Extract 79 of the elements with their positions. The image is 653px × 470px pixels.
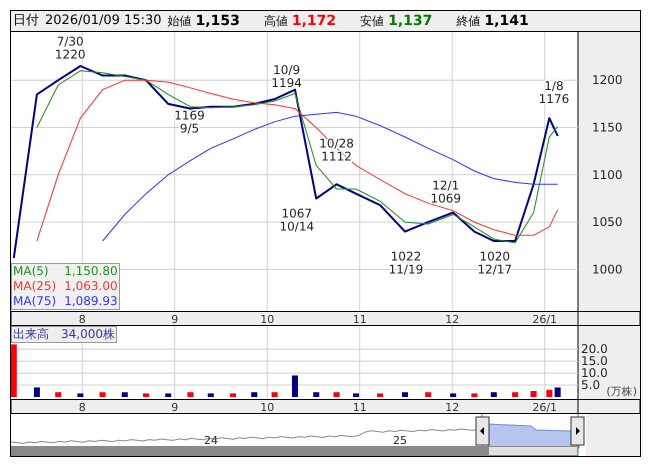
- axis-label: 1200: [592, 73, 623, 88]
- year-label: 24: [204, 434, 218, 447]
- header-value: 1,153: [196, 12, 240, 30]
- volume-bar: [272, 392, 278, 397]
- axis-label: 10.0: [581, 366, 608, 380]
- volume-bar: [187, 392, 194, 397]
- header-value: 1,172: [292, 12, 336, 30]
- legend-value: 1,063.00: [64, 279, 118, 294]
- price-annotation: 1169 9/5: [174, 108, 205, 136]
- volume-bar: [353, 393, 359, 397]
- axis-label: 15.0: [581, 354, 608, 368]
- price-annotation: 1020 12/17: [477, 249, 512, 276]
- range-handle[interactable]: [570, 416, 584, 446]
- volume-bar: [402, 392, 408, 397]
- volume-bar: [55, 392, 62, 397]
- axis-label: 9: [171, 401, 178, 414]
- price-annotation: 7/30 1220: [54, 34, 86, 62]
- volume-bar: [471, 393, 478, 397]
- axis-label: 1000: [592, 262, 623, 276]
- volume-bar: [292, 375, 298, 397]
- volume-bar: [554, 387, 561, 397]
- volume-bar: [34, 387, 40, 397]
- year-label: 25: [393, 434, 407, 447]
- price-annotation: 1/8 1176: [538, 79, 570, 106]
- unit-label: (万株): [606, 385, 637, 398]
- header-value: 1,141: [484, 12, 529, 30]
- volume-bar: [425, 392, 432, 397]
- axis-label: 5.0: [581, 378, 600, 392]
- volume-bar: [77, 393, 84, 397]
- volume-value: 34,000株: [61, 327, 115, 342]
- volume-bar: [377, 393, 384, 397]
- date-label: 日付: [13, 12, 39, 30]
- axis-label: 1150: [592, 120, 623, 135]
- legend-value: 1,089.93: [64, 294, 118, 309]
- axis-label: 10: [260, 401, 274, 414]
- axis-label: 8: [78, 401, 86, 414]
- legend-label: MA(75): [13, 294, 56, 309]
- axis-label: 12: [445, 313, 460, 326]
- axis-label: 11: [352, 401, 367, 414]
- axis-label: 9: [171, 313, 178, 326]
- axis-label: 26/1: [532, 401, 558, 414]
- axis-label: 20.0: [581, 342, 608, 356]
- volume-bar: [334, 392, 340, 397]
- date-value: 2026/01/09 15:30: [45, 12, 162, 30]
- volume-bar: [546, 390, 552, 397]
- volume-bar: [143, 393, 150, 397]
- volume-bar: [490, 392, 497, 397]
- price-annotation: 10/9 1194: [271, 62, 302, 90]
- legend-label: MA(25): [13, 279, 56, 294]
- axis-label: 1050: [592, 215, 623, 230]
- volume-bar: [313, 392, 320, 397]
- header-value: 1,137: [388, 12, 432, 30]
- volume-bar: [450, 393, 456, 397]
- header-label: 終値: [456, 13, 480, 30]
- axis-label: 10: [260, 313, 274, 326]
- legend-value: 1,150.80: [64, 264, 118, 279]
- axis-label: 26/1: [532, 313, 558, 326]
- volume-bar: [11, 344, 17, 397]
- volume-bar: [122, 392, 128, 397]
- price-annotation: 1067 10/14: [280, 206, 314, 234]
- axis-label: 12: [445, 401, 460, 414]
- axis-label: 11: [352, 313, 367, 326]
- price-annotation: 1022 11/19: [388, 249, 424, 276]
- axis-label: 8: [78, 313, 86, 326]
- volume-bar: [512, 392, 518, 397]
- volume-bar: [208, 393, 214, 397]
- header-label: 安値: [360, 13, 384, 30]
- header-label: 高値: [264, 13, 288, 30]
- volume-bar: [100, 392, 106, 397]
- volume-bar: [530, 391, 537, 397]
- axis-label: 1100: [592, 168, 623, 182]
- range-handle[interactable]: [476, 416, 490, 446]
- volume-bar: [165, 393, 172, 397]
- legend-label: MA(5): [13, 264, 49, 279]
- header-label: 始値: [168, 13, 192, 30]
- volume-bar: [251, 392, 258, 397]
- volume-bar: [230, 393, 236, 397]
- volume-label: 出来高: [13, 327, 49, 342]
- price-annotation: 12/1 1069: [430, 178, 461, 206]
